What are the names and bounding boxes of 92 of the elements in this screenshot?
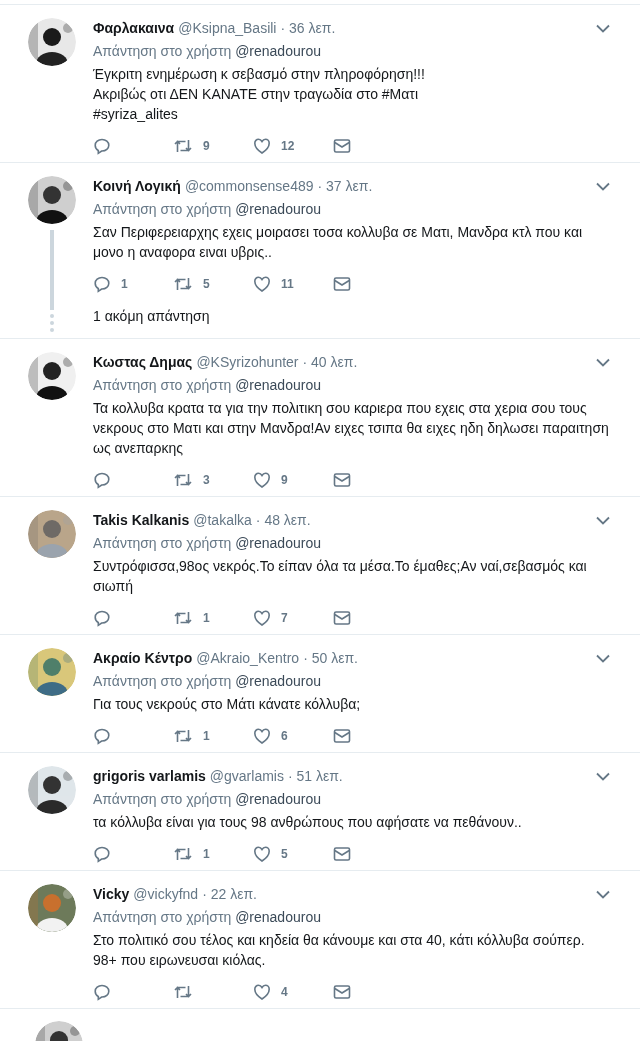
reply-context: Απάντηση στο χρήστη <box>93 673 232 689</box>
user-handle[interactable]: @Akraio_Kentro <box>196 648 300 668</box>
heart-icon[interactable] <box>253 845 271 863</box>
timestamp[interactable]: · 51 λεπ. <box>287 766 343 786</box>
reply-icon[interactable] <box>93 137 111 155</box>
heart-icon[interactable] <box>253 983 271 1001</box>
mention-link[interactable]: @renadourou <box>235 909 321 925</box>
chevron-down-icon[interactable] <box>596 653 610 663</box>
count: 9 <box>203 139 210 153</box>
timestamp[interactable]: · 37 λεπ. <box>317 176 373 196</box>
user-name[interactable]: Ακραίο Κέντρο <box>93 648 193 668</box>
reply-context: Απάντηση στο χρήστη <box>93 791 232 807</box>
user-name[interactable]: Takis Kalkanis <box>93 510 190 530</box>
user-name[interactable]: Vicky <box>93 884 130 904</box>
retweet-icon[interactable] <box>173 275 193 293</box>
mail-icon[interactable] <box>333 846 351 862</box>
count: 12 <box>281 139 295 153</box>
tweet-text: Τα κολλυβα κρατα τα για την πολιτικη σου καριερα που εχεις στα χερια σου τους νεκρους στο Ματι και στην Μανδρα!Αν ειχες τσιπα θα ειχες ηδη δηλωσει παραιτηση ως ανεπαρκης <box>93 399 610 458</box>
chevron-down-icon[interactable] <box>596 771 610 781</box>
mail-icon[interactable] <box>333 728 351 744</box>
count: 6 <box>281 729 288 743</box>
timestamp[interactable]: · 48 λεπ. <box>255 510 311 530</box>
tweet-text: Για τους νεκρούς στο Μάτι κάνατε κόλλυβα; <box>93 695 362 714</box>
reply-context: Απάντηση στο χρήστη <box>93 201 232 217</box>
count: 1 <box>203 611 210 625</box>
more-replies-link[interactable]: 1 ακόμη απάντηση <box>93 306 210 326</box>
mail-icon[interactable] <box>333 472 351 488</box>
heart-icon[interactable] <box>253 727 271 745</box>
user-name[interactable]: Κωστας Δημας <box>93 352 193 372</box>
mention-link[interactable]: @renadourou <box>235 535 321 551</box>
retweet-icon[interactable] <box>173 609 193 627</box>
timestamp[interactable]: · 50 λεπ. <box>303 648 358 668</box>
mail-icon[interactable] <box>333 984 351 1000</box>
retweet-icon[interactable] <box>173 137 193 155</box>
user-handle[interactable]: @commonsense489 <box>184 176 314 196</box>
tweet-text: τα κόλλυβα είναι για τους 98 ανθρώπους που αφήσατε να πεθάνουν.. <box>93 813 523 832</box>
count: 1 <box>121 277 128 291</box>
heart-icon[interactable] <box>253 609 271 627</box>
mail-icon[interactable] <box>333 610 351 626</box>
mail-icon[interactable] <box>333 138 351 154</box>
chevron-down-icon[interactable] <box>596 515 610 525</box>
tweet-text: Σαν Περιφερειαρχης εχεις μοιρασει τοσα κολλυβα σε Ματι, Μανδρα κτλ που και μονο η αναφορα ειναι υβρις.. <box>93 223 584 262</box>
chevron-down-icon[interactable] <box>596 181 610 191</box>
reply-context: Απάντηση στο χρήστη <box>93 377 232 393</box>
count: 1 <box>203 847 210 861</box>
reply-icon[interactable] <box>93 275 111 293</box>
retweet-icon[interactable] <box>173 983 193 1001</box>
user-name[interactable]: Φαρλακαινα <box>93 18 175 38</box>
count: 1 <box>203 729 210 743</box>
mention-link[interactable]: @renadourou <box>235 377 321 393</box>
reply-icon[interactable] <box>93 727 111 745</box>
user-handle[interactable]: @KSyrizohunter <box>196 352 299 372</box>
reply-icon[interactable] <box>93 983 111 1001</box>
tweet-text: Στο πολιτικό σου τέλος και κηδεία θα κάνουμε και στα 40, κάτι κόλλυβα σούπερ. 98+ που ειρωνευσαι κιόλας. <box>93 931 586 970</box>
mail-icon[interactable] <box>333 276 351 292</box>
reply-context: Απάντηση στο χρήστη <box>93 909 232 925</box>
user-handle[interactable]: @takalka <box>193 510 252 530</box>
count: 7 <box>281 611 288 625</box>
user-name[interactable]: grigoris varlamis <box>93 766 206 786</box>
tweet-text: Συντρόφισσα,98ος νεκρός.Το είπαν όλα τα μέσα.Το έμαθες;Αν ναί,σεβασμός και σιωπή <box>93 557 588 596</box>
retweet-icon[interactable] <box>173 845 193 863</box>
tweet-text: Έγκριτη ενημέρωση κ σεβασμό στην πληροφόρηση!!! Ακριβώς οτι ΔΕΝ ΚΑΝΑΤΕ στην τραγωδία στο #Ματι #syriza_alites <box>93 65 426 124</box>
count: 5 <box>281 847 288 861</box>
retweet-icon[interactable] <box>173 727 193 745</box>
count: 9 <box>281 473 288 487</box>
reply-icon[interactable] <box>93 471 111 489</box>
mention-link[interactable]: @renadourou <box>235 673 321 689</box>
reply-icon[interactable] <box>93 609 111 627</box>
heart-icon[interactable] <box>253 471 271 489</box>
timestamp[interactable]: · 40 λεπ. <box>302 352 358 372</box>
chevron-down-icon[interactable] <box>596 23 610 33</box>
chevron-down-icon[interactable] <box>596 357 610 367</box>
chevron-down-icon[interactable] <box>596 889 610 899</box>
count: 11 <box>281 277 294 291</box>
user-handle[interactable]: @vickyfnd <box>133 884 199 904</box>
reply-icon[interactable] <box>93 845 111 863</box>
mention-link[interactable]: @renadourou <box>235 201 321 217</box>
timestamp[interactable]: · 36 λεπ. <box>280 18 336 38</box>
mention-link[interactable]: @renadourou <box>235 43 321 59</box>
heart-icon[interactable] <box>253 275 271 293</box>
count: 4 <box>281 985 288 999</box>
user-handle[interactable]: @gvarlamis <box>209 766 284 786</box>
count: 3 <box>203 473 210 487</box>
heart-icon[interactable] <box>253 137 271 155</box>
mention-link[interactable]: @renadourou <box>235 791 321 807</box>
retweet-icon[interactable] <box>173 471 193 489</box>
count: 5 <box>203 277 210 291</box>
user-name[interactable]: Κοινή Λογική <box>93 176 181 196</box>
timestamp[interactable]: · 22 λεπ. <box>202 884 257 904</box>
reply-context: Απάντηση στο χρήστη <box>93 43 232 59</box>
reply-context: Απάντηση στο χρήστη <box>93 535 232 551</box>
user-handle[interactable]: @Ksipna_Basili <box>178 18 277 38</box>
